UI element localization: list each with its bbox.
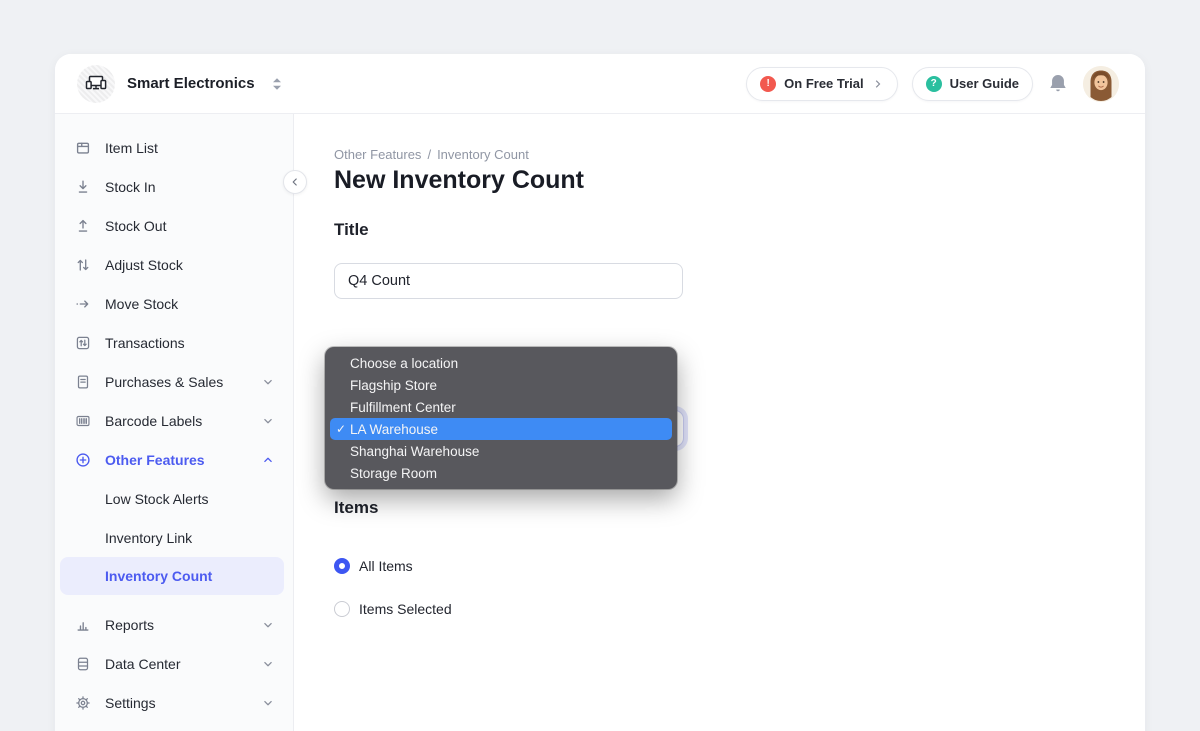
upload-icon <box>73 216 93 236</box>
sidebar-nav: Item List Stock In Stock Out <box>55 114 294 731</box>
chevron-right-icon <box>872 78 884 90</box>
database-icon <box>73 654 93 674</box>
dropdown-option-label: Fulfillment Center <box>350 400 456 415</box>
sidebar-item-label: Transactions <box>105 335 185 351</box>
sidebar-item-inventory-link[interactable]: Inventory Link <box>55 518 293 557</box>
sidebar-collapse-button[interactable] <box>283 170 307 194</box>
sidebar-item-barcode-labels[interactable]: Barcode Labels <box>55 401 293 440</box>
company-logo-icon <box>77 65 115 103</box>
sidebar-item-stock-out[interactable]: Stock Out <box>55 206 293 245</box>
chevron-up-icon <box>261 453 275 467</box>
sidebar-item-item-list[interactable]: Item List <box>55 128 293 167</box>
sidebar-item-label: Inventory Link <box>105 530 192 546</box>
box-icon <box>73 138 93 158</box>
dropdown-option-label: Storage Room <box>350 466 437 481</box>
workspace-selector-icon <box>271 77 283 91</box>
dropdown-option-label: Flagship Store <box>350 378 437 393</box>
title-input[interactable] <box>334 263 683 299</box>
chevron-down-icon <box>261 375 275 389</box>
radio-all-items[interactable]: All Items <box>334 558 452 574</box>
sidebar-item-label: Data Center <box>105 656 180 672</box>
dropdown-option-label: Choose a location <box>350 356 458 371</box>
radio-selected-icon <box>334 558 350 574</box>
sidebar-item-label: Reports <box>105 617 154 633</box>
items-section: Items All Items Items Selected <box>334 498 452 617</box>
sidebar-item-other-features[interactable]: Other Features <box>55 440 293 479</box>
breadcrumb: Other Features / Inventory Count <box>334 147 529 162</box>
sidebar-item-label: Adjust Stock <box>105 257 183 273</box>
dropdown-option-label: LA Warehouse <box>350 422 438 437</box>
sidebar-item-label: Other Features <box>105 452 205 468</box>
sidebar-item-stock-in[interactable]: Stock In <box>55 167 293 206</box>
radio-unselected-icon <box>334 601 350 617</box>
dropdown-option[interactable]: Storage Room <box>330 462 672 484</box>
sidebar-item-label: Barcode Labels <box>105 413 202 429</box>
sidebar-item-move-stock[interactable]: Move Stock <box>55 284 293 323</box>
chevron-down-icon <box>261 618 275 632</box>
sidebar-item-data-center[interactable]: Data Center <box>55 644 293 683</box>
sidebar-item-label: Low Stock Alerts <box>105 491 209 507</box>
sidebar-item-adjust-stock[interactable]: Adjust Stock <box>55 245 293 284</box>
sidebar-item-label: Settings <box>105 695 156 711</box>
free-trial-button[interactable]: ! On Free Trial <box>746 67 897 101</box>
user-avatar[interactable] <box>1083 66 1119 102</box>
dropdown-option-selected[interactable]: ✓ LA Warehouse <box>330 418 672 440</box>
sidebar-item-label: Item List <box>105 140 158 156</box>
radio-label: All Items <box>359 558 413 574</box>
sidebar-item-label: Move Stock <box>105 296 178 312</box>
dropdown-option[interactable]: Shanghai Warehouse <box>330 440 672 462</box>
chevron-down-icon <box>261 657 275 671</box>
sidebar-item-label: Purchases & Sales <box>105 374 223 390</box>
free-trial-label: On Free Trial <box>784 76 863 91</box>
arrow-right-dotted-icon <box>73 294 93 314</box>
arrows-up-down-icon <box>73 255 93 275</box>
page-title: New Inventory Count <box>334 166 584 195</box>
sidebar-item-reports[interactable]: Reports <box>55 605 293 644</box>
items-section-label: Items <box>334 498 452 518</box>
document-icon <box>73 372 93 392</box>
sidebar-item-low-stock-alerts[interactable]: Low Stock Alerts <box>55 479 293 518</box>
sidebar-item-purchases-sales[interactable]: Purchases & Sales <box>55 362 293 401</box>
chevron-left-icon <box>289 176 301 188</box>
dropdown-option[interactable]: Fulfillment Center <box>330 396 672 418</box>
dropdown-option[interactable]: Flagship Store <box>330 374 672 396</box>
notifications-bell-icon[interactable] <box>1047 73 1069 95</box>
radio-items-selected[interactable]: Items Selected <box>334 601 452 617</box>
sidebar-item-label: Inventory Count <box>105 568 212 584</box>
workspace-switcher[interactable]: Smart Electronics <box>77 65 283 103</box>
barcode-icon <box>73 411 93 431</box>
radio-label: Items Selected <box>359 601 452 617</box>
title-field-label: Title <box>334 220 369 240</box>
main-content: Other Features / Inventory Count New Inv… <box>295 114 1145 731</box>
checkmark-icon: ✓ <box>336 422 350 436</box>
sidebar-item-settings[interactable]: Settings <box>55 683 293 722</box>
plus-circle-icon <box>73 450 93 470</box>
chevron-down-icon <box>261 696 275 710</box>
sidebar-item-transactions[interactable]: Transactions <box>55 323 293 362</box>
chevron-down-icon <box>261 414 275 428</box>
sidebar-item-label: Stock In <box>105 179 156 195</box>
user-guide-label: User Guide <box>950 76 1019 91</box>
breadcrumb-page[interactable]: Inventory Count <box>437 147 529 162</box>
bar-chart-icon <box>73 615 93 635</box>
user-guide-button[interactable]: ? User Guide <box>912 67 1033 101</box>
alert-badge-icon: ! <box>760 76 776 92</box>
sidebar-item-inventory-count[interactable]: Inventory Count <box>60 557 284 595</box>
location-dropdown-menu: Choose a location Flagship Store Fulfill… <box>325 347 677 489</box>
breadcrumb-separator: / <box>427 147 431 162</box>
question-badge-icon: ? <box>926 76 942 92</box>
gear-icon <box>73 693 93 713</box>
top-header: Smart Electronics ! On Free Trial ? User… <box>55 54 1145 114</box>
transactions-icon <box>73 333 93 353</box>
dropdown-option[interactable]: Choose a location <box>330 352 672 374</box>
sidebar-item-label: Stock Out <box>105 218 166 234</box>
download-icon <box>73 177 93 197</box>
dropdown-option-label: Shanghai Warehouse <box>350 444 479 459</box>
breadcrumb-section[interactable]: Other Features <box>334 147 421 162</box>
app-name: Smart Electronics <box>127 75 255 92</box>
app-window: Smart Electronics ! On Free Trial ? User… <box>55 54 1145 731</box>
